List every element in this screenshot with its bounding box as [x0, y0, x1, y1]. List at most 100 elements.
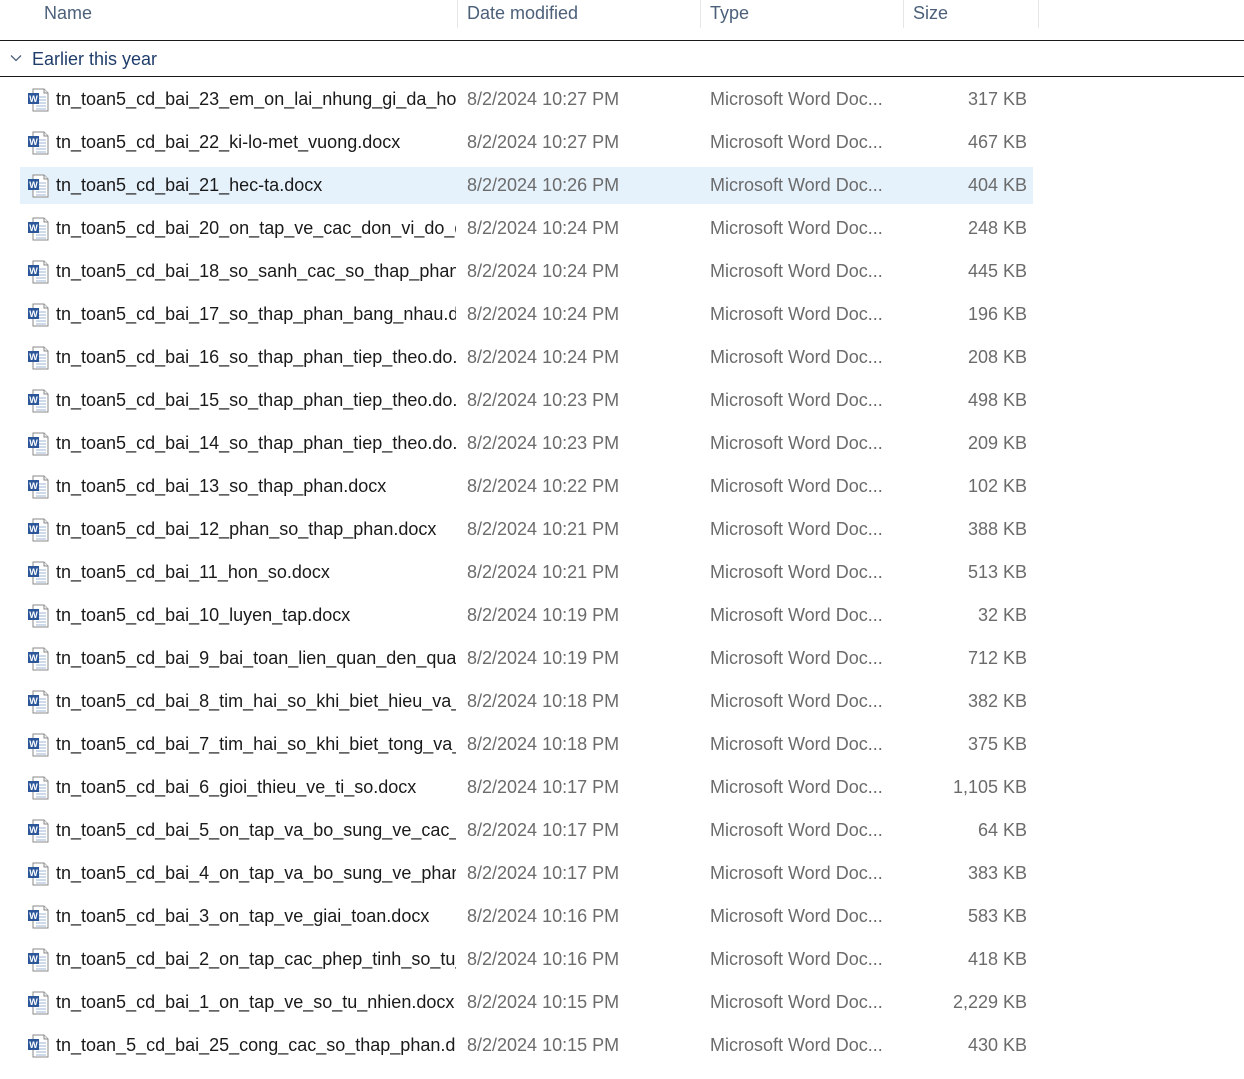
column-header-size[interactable]: Size — [905, 0, 1039, 28]
file-type: Microsoft Word Doc... — [710, 476, 883, 496]
svg-text:W: W — [29, 438, 38, 448]
file-row[interactable]: Wtn_toan5_cd_bai_13_so_thap_phan.docx 8/2… — [20, 468, 1033, 505]
file-type: Microsoft Word Doc... — [710, 89, 883, 109]
file-size: 383 KB — [967, 863, 1027, 883]
file-row[interactable]: Wtn_toan5_cd_bai_9_bai_toan_lien_quan_de… — [20, 640, 1033, 677]
file-row[interactable]: Wtn_toan5_cd_bai_15_so_thap_phan_tiep_th… — [20, 382, 1033, 419]
file-size: 248 KB — [967, 218, 1027, 238]
file-date-modified: 8/2/2024 10:27 PM — [467, 132, 620, 152]
file-size: 404 KB — [967, 175, 1027, 195]
file-size: 209 KB — [967, 433, 1027, 453]
word-document-icon: W — [27, 389, 49, 413]
file-type: Microsoft Word Doc... — [710, 863, 883, 883]
file-row[interactable]: Wtn_toan_5_cd_bai_25_cong_cac_so_thap_ph… — [20, 1027, 1033, 1064]
file-date-modified: 8/2/2024 10:17 PM — [467, 863, 620, 883]
column-header-name[interactable]: Name — [36, 0, 458, 28]
file-row[interactable]: Wtn_toan5_cd_bai_6_gioi_thieu_ve_ti_so.d… — [20, 769, 1033, 806]
svg-text:W: W — [29, 696, 38, 706]
file-size: 388 KB — [967, 519, 1027, 539]
file-date-modified: 8/2/2024 10:24 PM — [467, 218, 620, 238]
file-row[interactable]: Wtn_toan5_cd_bai_22_ki-lo-met_vuong.docx… — [20, 124, 1033, 161]
word-document-icon: W — [27, 561, 49, 585]
word-document-icon: W — [27, 174, 49, 198]
file-name: tn_toan5_cd_bai_2_on_tap_cac_phep_tinh_s… — [56, 949, 456, 969]
word-document-icon: W — [27, 948, 49, 972]
svg-text:W: W — [29, 180, 38, 190]
column-header-date-modified[interactable]: Date modified — [459, 0, 701, 28]
file-row[interactable]: Wtn_toan5_cd_bai_7_tim_hai_so_khi_biet_t… — [20, 726, 1033, 763]
file-date-modified: 8/2/2024 10:15 PM — [467, 1035, 620, 1055]
file-type: Microsoft Word Doc... — [710, 304, 883, 324]
file-date-modified: 8/2/2024 10:24 PM — [467, 261, 620, 281]
word-document-icon: W — [27, 88, 49, 112]
file-row[interactable]: Wtn_toan5_cd_bai_14_so_thap_phan_tiep_th… — [20, 425, 1033, 462]
file-row[interactable]: Wtn_toan5_cd_bai_23_em_on_lai_nhung_gi_d… — [20, 81, 1033, 118]
file-date-modified: 8/2/2024 10:17 PM — [467, 820, 620, 840]
file-name: tn_toan5_cd_bai_21_hec-ta.docx — [56, 175, 323, 195]
file-row[interactable]: Wtn_toan5_cd_bai_16_so_thap_phan_tiep_th… — [20, 339, 1033, 376]
svg-text:W: W — [29, 266, 38, 276]
svg-text:W: W — [29, 567, 38, 577]
file-name: tn_toan5_cd_bai_23_em_on_lai_nhung_gi_da… — [56, 89, 456, 109]
file-type: Microsoft Word Doc... — [710, 820, 883, 840]
file-row[interactable]: Wtn_toan5_cd_bai_2_on_tap_cac_phep_tinh_… — [20, 941, 1033, 978]
file-row[interactable]: Wtn_toan5_cd_bai_4_on_tap_va_bo_sung_ve_… — [20, 855, 1033, 892]
group-header-earlier-this-year[interactable]: Earlier this year — [0, 41, 1244, 77]
word-document-icon: W — [27, 432, 49, 456]
word-document-icon: W — [27, 303, 49, 327]
file-row[interactable]: Wtn_toan5_cd_bai_21_hec-ta.docx 8/2/2024 … — [20, 167, 1033, 204]
svg-text:W: W — [29, 825, 38, 835]
file-row[interactable]: Wtn_toan5_cd_bai_5_on_tap_va_bo_sung_ve_… — [20, 812, 1033, 849]
chevron-down-icon[interactable] — [10, 52, 22, 64]
file-name: tn_toan5_cd_bai_5_on_tap_va_bo_sung_ve_c… — [56, 820, 456, 840]
file-date-modified: 8/2/2024 10:27 PM — [467, 89, 620, 109]
word-document-icon: W — [27, 647, 49, 671]
file-size: 208 KB — [967, 347, 1027, 367]
word-document-icon: W — [27, 217, 49, 241]
file-row[interactable]: Wtn_toan5_cd_bai_12_phan_so_thap_phan.do… — [20, 511, 1033, 548]
word-document-icon: W — [27, 1034, 49, 1058]
svg-text:W: W — [29, 1040, 38, 1050]
svg-text:W: W — [29, 911, 38, 921]
word-document-icon: W — [27, 690, 49, 714]
file-row[interactable]: Wtn_toan5_cd_bai_8_tim_hai_so_khi_biet_h… — [20, 683, 1033, 720]
file-name: tn_toan5_cd_bai_12_phan_so_thap_phan.doc… — [56, 519, 437, 539]
file-row[interactable]: Wtn_toan5_cd_bai_10_luyen_tap.docx 8/2/20… — [20, 597, 1033, 634]
svg-text:W: W — [29, 524, 38, 534]
file-type: Microsoft Word Doc... — [710, 562, 883, 582]
column-header-type[interactable]: Type — [702, 0, 904, 28]
word-document-icon: W — [27, 905, 49, 929]
file-type: Microsoft Word Doc... — [710, 261, 883, 281]
file-type: Microsoft Word Doc... — [710, 347, 883, 367]
file-row[interactable]: Wtn_toan5_cd_bai_17_so_thap_phan_bang_nh… — [20, 296, 1033, 333]
file-name: tn_toan5_cd_bai_6_gioi_thieu_ve_ti_so.do… — [56, 777, 417, 797]
file-date-modified: 8/2/2024 10:16 PM — [467, 949, 620, 969]
file-date-modified: 8/2/2024 10:15 PM — [467, 992, 620, 1012]
file-date-modified: 8/2/2024 10:21 PM — [467, 562, 620, 582]
file-size: 498 KB — [967, 390, 1027, 410]
file-explorer-details-view: Name Date modified Type Size Earlier thi… — [0, 0, 1244, 1079]
word-document-icon: W — [27, 819, 49, 843]
file-size: 712 KB — [967, 648, 1027, 668]
svg-text:W: W — [29, 782, 38, 792]
file-row[interactable]: Wtn_toan5_cd_bai_20_on_tap_ve_cac_don_vi… — [20, 210, 1033, 247]
word-document-icon: W — [27, 733, 49, 757]
file-row[interactable]: Wtn_toan5_cd_bai_1_on_tap_ve_so_tu_nhien… — [20, 984, 1033, 1021]
file-size: 375 KB — [967, 734, 1027, 754]
svg-text:W: W — [29, 997, 38, 1007]
svg-text:W: W — [29, 223, 38, 233]
svg-text:W: W — [29, 352, 38, 362]
file-row[interactable]: Wtn_toan5_cd_bai_18_so_sanh_cac_so_thap_… — [20, 253, 1033, 290]
file-type: Microsoft Word Doc... — [710, 519, 883, 539]
word-document-icon: W — [27, 475, 49, 499]
file-size: 583 KB — [967, 906, 1027, 926]
svg-text:W: W — [29, 739, 38, 749]
file-row[interactable]: Wtn_toan5_cd_bai_3_on_tap_ve_giai_toan.d… — [20, 898, 1033, 935]
file-name: tn_toan5_cd_bai_13_so_thap_phan.docx — [56, 476, 387, 496]
word-document-icon: W — [27, 862, 49, 886]
svg-text:W: W — [29, 309, 38, 319]
file-row[interactable]: Wtn_toan5_cd_bai_11_hon_so.docx 8/2/2024 … — [20, 554, 1033, 591]
file-name: tn_toan5_cd_bai_20_on_tap_ve_cac_don_vi_… — [56, 218, 456, 238]
file-size: 2,229 KB — [952, 992, 1027, 1012]
file-size: 317 KB — [967, 89, 1027, 109]
